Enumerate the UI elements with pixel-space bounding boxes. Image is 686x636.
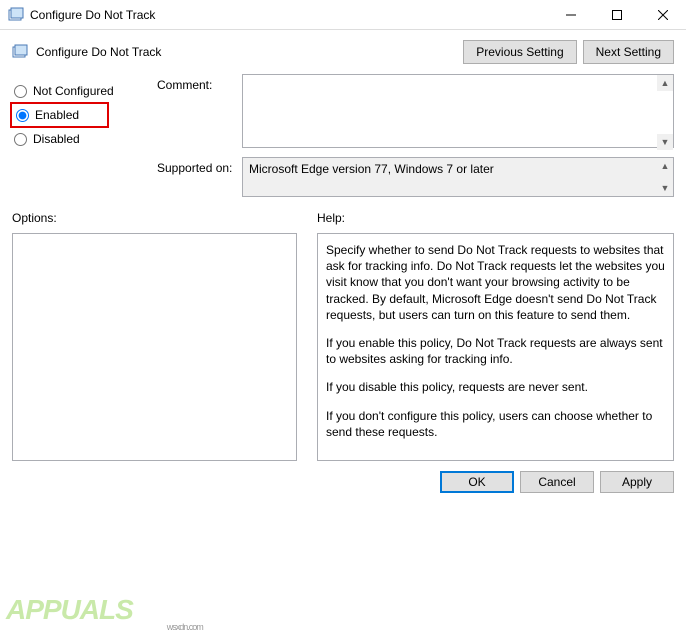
help-text-2: If you enable this policy, Do Not Track … xyxy=(326,335,665,367)
watermark-text: APPUALS xyxy=(6,594,133,625)
close-button[interactable] xyxy=(640,0,686,30)
radio-not-configured-label: Not Configured xyxy=(33,84,114,98)
minimize-button[interactable] xyxy=(548,0,594,30)
options-column: Options: xyxy=(12,211,297,461)
help-box: Specify whether to send Do Not Track req… xyxy=(317,233,674,461)
help-text-3: If you disable this policy, requests are… xyxy=(326,379,665,395)
header-row: Configure Do Not Track Previous Setting … xyxy=(0,30,686,74)
help-text-1: Specify whether to send Do Not Track req… xyxy=(326,242,665,323)
options-box xyxy=(12,233,297,461)
comment-label: Comment: xyxy=(157,74,242,151)
comment-scroll-down-icon[interactable]: ▼ xyxy=(657,134,673,150)
comment-textarea[interactable] xyxy=(242,74,674,148)
apply-button[interactable]: Apply xyxy=(600,471,674,493)
help-text-4: If you don't configure this policy, user… xyxy=(326,408,665,440)
dialog-buttons: OK Cancel Apply xyxy=(0,461,686,503)
supported-label: Supported on: xyxy=(157,157,242,197)
supported-scroll-down-icon[interactable]: ▼ xyxy=(657,180,673,196)
radio-enabled[interactable]: Enabled xyxy=(14,108,79,122)
supported-scroll-up-icon[interactable]: ▲ xyxy=(657,158,673,174)
window-controls xyxy=(548,0,686,30)
comment-scroll-up-icon[interactable]: ▲ xyxy=(657,75,673,91)
policy-title: Configure Do Not Track xyxy=(36,45,457,59)
maximize-button[interactable] xyxy=(594,0,640,30)
radio-enabled-input[interactable] xyxy=(16,109,29,122)
options-label: Options: xyxy=(12,211,297,225)
radio-not-configured-input[interactable] xyxy=(14,85,27,98)
ok-button[interactable]: OK xyxy=(440,471,514,493)
help-label: Help: xyxy=(317,211,674,225)
app-icon xyxy=(8,7,24,23)
supported-box: Microsoft Edge version 77, Windows 7 or … xyxy=(242,157,674,197)
lower-section: Options: Help: Specify whether to send D… xyxy=(0,203,686,461)
radio-disabled-input[interactable] xyxy=(14,133,27,146)
help-column: Help: Specify whether to send Do Not Tra… xyxy=(317,211,674,461)
cancel-button[interactable]: Cancel xyxy=(520,471,594,493)
window-title: Configure Do Not Track xyxy=(30,8,548,22)
policy-icon xyxy=(12,44,28,60)
supported-value: Microsoft Edge version 77, Windows 7 or … xyxy=(242,157,674,197)
radio-disabled-label: Disabled xyxy=(33,132,80,146)
comment-row: Comment: ▲ ▼ xyxy=(157,74,674,151)
next-setting-button[interactable]: Next Setting xyxy=(583,40,674,64)
radio-not-configured[interactable]: Not Configured xyxy=(12,84,157,98)
watermark-url: wsxdn.com xyxy=(167,622,203,632)
config-area: Not Configured Enabled Disabled Comment:… xyxy=(0,74,686,203)
supported-row: Supported on: Microsoft Edge version 77,… xyxy=(157,157,674,197)
previous-setting-button[interactable]: Previous Setting xyxy=(463,40,576,64)
watermark: APPUALS wsxdn.com xyxy=(0,594,133,626)
radio-disabled[interactable]: Disabled xyxy=(12,132,157,146)
titlebar: Configure Do Not Track xyxy=(0,0,686,30)
highlight-box: Enabled xyxy=(10,102,109,128)
comment-box: ▲ ▼ xyxy=(242,74,674,151)
radio-enabled-label: Enabled xyxy=(35,108,79,122)
radio-column: Not Configured Enabled Disabled xyxy=(12,74,157,203)
fields-column: Comment: ▲ ▼ Supported on: Microsoft Edg… xyxy=(157,74,674,203)
